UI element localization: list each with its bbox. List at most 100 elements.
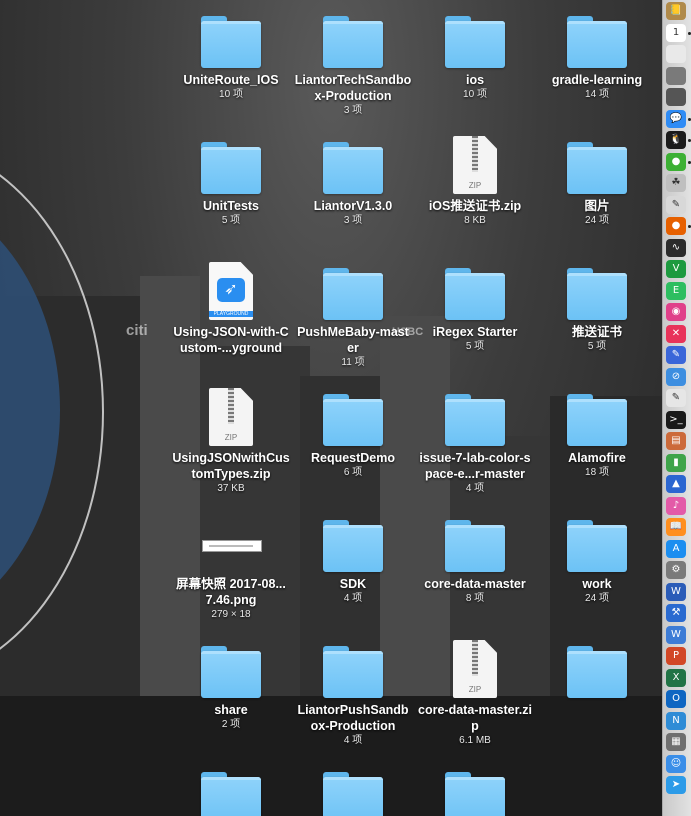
- item-info: 8 项: [465, 593, 485, 604]
- messages-icon[interactable]: 💬: [666, 109, 686, 128]
- folder-icon: [536, 252, 658, 324]
- desktop-folder[interactable]: work 24 项: [536, 504, 658, 606]
- presentation-icon[interactable]: ▤: [666, 432, 686, 450]
- notes-icon[interactable]: 📒: [666, 2, 686, 20]
- docs-icon[interactable]: W: [666, 625, 686, 644]
- excel-icon[interactable]: X: [666, 668, 686, 687]
- item-info: 37 KB: [217, 483, 245, 494]
- desktop-folder[interactable]: RequestDemo 6 项: [292, 378, 414, 480]
- books-icon[interactable]: [666, 66, 686, 85]
- desktop-folder[interactable]: [292, 756, 414, 816]
- item-info: 279 × 18: [211, 609, 251, 620]
- desktop-folder[interactable]: issue-7-lab-color-space-e...r-master 4 项: [414, 378, 536, 496]
- folder-icon: [292, 504, 414, 576]
- writing-icon[interactable]: ✎: [666, 346, 686, 364]
- folder-icon: [292, 378, 414, 450]
- send-icon[interactable]: ➤: [666, 776, 686, 794]
- item-info: 5 项: [587, 341, 607, 352]
- calendar-icon[interactable]: 1: [666, 23, 686, 42]
- desktop-folder[interactable]: iRegex Starter 5 项: [414, 252, 536, 354]
- folder-icon: [170, 630, 292, 702]
- desktop-folder[interactable]: UnitTests 5 项: [170, 126, 292, 228]
- outlook-icon[interactable]: O: [666, 690, 686, 708]
- desktop-folder[interactable]: 推送证书 5 项: [536, 252, 658, 354]
- item-name: core-data-master.zip: [418, 703, 532, 733]
- folder-icon: [536, 0, 658, 72]
- item-name: iOS推送证书.zip: [428, 199, 522, 213]
- activity-icon[interactable]: [666, 88, 686, 106]
- textedit-icon[interactable]: ✎: [666, 389, 686, 407]
- dock: 📒 1 💬 🐧 ● ☘ ✎ ● ∿ V E ◉ ✕ ✎ ⊘ ✎ >_ ▤ ▮ ▲ ♪ 📖 A ⚙ W ⚒ W P X O N ▦ ☺ ➤: [662, 0, 691, 816]
- keynote-icon[interactable]: ▲: [666, 475, 686, 493]
- desktop-folder[interactable]: [536, 630, 658, 702]
- item-info: 5 项: [221, 215, 241, 226]
- vim-icon[interactable]: V: [666, 260, 686, 278]
- xmind-icon[interactable]: ✕: [666, 324, 686, 343]
- photos-icon[interactable]: ☘: [666, 174, 686, 192]
- colorpicker-icon[interactable]: ◉: [666, 303, 686, 321]
- desktop-zip-file[interactable]: ZIP UsingJSONwithCustomTypes.zip 37 KB: [170, 378, 292, 496]
- desktop-folder[interactable]: 图片 24 项: [536, 126, 658, 228]
- item-name: UniteRoute_IOS: [183, 73, 279, 87]
- ibooks-icon[interactable]: 📖: [666, 518, 686, 536]
- desktop-wallpaper[interactable]: citi HSBC UniteRoute_IOS 10 项 LiantorTechS…: [0, 0, 662, 816]
- zip-file-icon: ZIP: [414, 630, 536, 702]
- item-info: 6.1 MB: [459, 735, 491, 746]
- desktop-folder[interactable]: ios 10 项: [414, 0, 536, 102]
- item-name: work: [582, 577, 612, 591]
- item-info: 11 项: [341, 357, 365, 368]
- desktop-folder[interactable]: PushMeBaby-master 11 项: [292, 252, 414, 370]
- item-name: Using-JSON-with-Custom-...yground: [173, 325, 289, 355]
- firefox-icon[interactable]: ●: [666, 217, 686, 235]
- desktop-folder[interactable]: SDK 4 项: [292, 504, 414, 606]
- powerpoint-icon[interactable]: P: [666, 647, 686, 665]
- desktop-folder[interactable]: LiantorV1.3.0 3 项: [292, 126, 414, 228]
- desktop-zip-file[interactable]: ZIP iOS推送证书.zip 8 KB: [414, 126, 536, 228]
- preferences-icon[interactable]: ⚙: [666, 561, 686, 579]
- item-info: 24 项: [585, 215, 609, 226]
- stickies-icon[interactable]: [666, 45, 686, 63]
- item-info: 14 项: [585, 89, 609, 100]
- item-info: 3 项: [343, 215, 363, 226]
- item-info: 3 项: [343, 105, 363, 116]
- folder-icon: [414, 756, 536, 816]
- texteditor-icon[interactable]: ✎: [666, 195, 686, 214]
- desktop-folder[interactable]: [170, 756, 292, 816]
- safari-icon[interactable]: ⊘: [666, 367, 686, 386]
- onenote-icon[interactable]: N: [666, 711, 686, 730]
- desktop-folder[interactable]: share 2 项: [170, 630, 292, 732]
- desktop-playground-file[interactable]: ➶ PLAYGROUND Using-JSON-with-Custom-...ygr…: [170, 252, 292, 356]
- folder-icon: [292, 756, 414, 816]
- desktop-folder[interactable]: LiantorPushSandbox-Production 4 项: [292, 630, 414, 748]
- terminal-icon[interactable]: >_: [666, 410, 686, 429]
- item-info: 18 项: [585, 467, 609, 478]
- appstore-icon[interactable]: A: [666, 539, 686, 558]
- zip-file-icon: ZIP: [414, 126, 536, 198]
- wechat-icon[interactable]: ●: [666, 152, 686, 171]
- monitor-icon[interactable]: ∿: [666, 238, 686, 257]
- word-icon[interactable]: W: [666, 582, 686, 601]
- desktop-folder[interactable]: [414, 756, 536, 816]
- item-info: 6 项: [343, 467, 363, 478]
- zip-file-icon: ZIP: [170, 378, 292, 450]
- finder-icon[interactable]: ☺: [666, 754, 686, 773]
- item-name: 图片: [584, 199, 610, 213]
- archive-icon[interactable]: ▦: [666, 733, 686, 751]
- qq-icon[interactable]: 🐧: [666, 131, 686, 149]
- item-name: iRegex Starter: [432, 325, 518, 339]
- numbers-icon[interactable]: ▮: [666, 453, 686, 472]
- desktop-folder[interactable]: UniteRoute_IOS 10 项: [170, 0, 292, 102]
- desktop-folder[interactable]: gradle-learning 14 项: [536, 0, 658, 102]
- xcode-icon[interactable]: ⚒: [666, 604, 686, 622]
- folder-icon: [536, 126, 658, 198]
- desktop-folder[interactable]: core-data-master 8 项: [414, 504, 536, 606]
- item-info: 24 项: [585, 593, 609, 604]
- folder-icon: [292, 630, 414, 702]
- desktop-folder[interactable]: Alamofire 18 项: [536, 378, 658, 480]
- desktop-image-file[interactable]: 屏幕快照 2017-08...7.46.png 279 × 18: [170, 504, 292, 622]
- desktop-zip-file[interactable]: ZIP core-data-master.zip 6.1 MB: [414, 630, 536, 748]
- desktop-folder[interactable]: LiantorTechSandbox-Production 3 项: [292, 0, 414, 118]
- item-name: UsingJSONwithCustomTypes.zip: [172, 451, 290, 481]
- itunes-icon[interactable]: ♪: [666, 496, 686, 515]
- evernote-icon[interactable]: E: [666, 281, 686, 300]
